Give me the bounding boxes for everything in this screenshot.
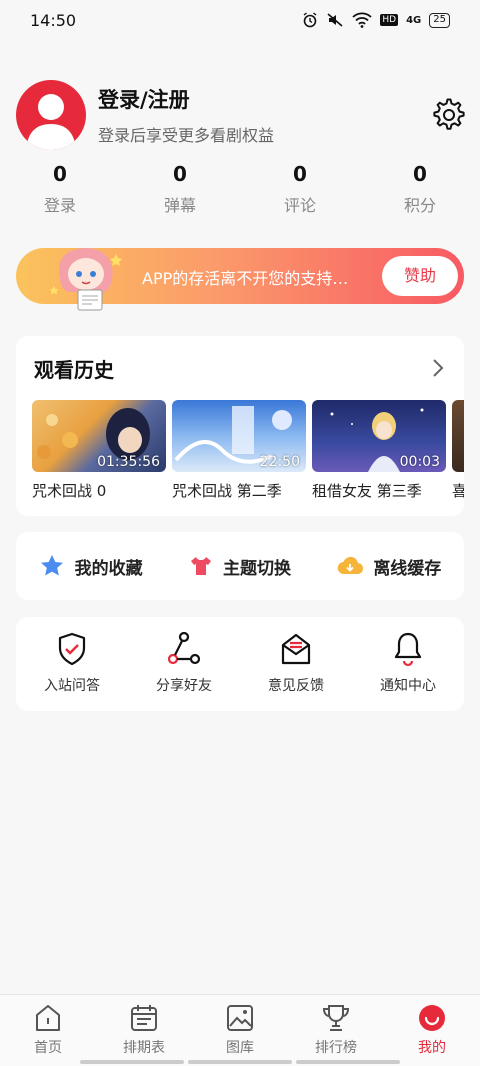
tab-label: 我的 [418,1040,446,1056]
tools-card: 入站问答 分享好友 意见反馈 通知中心 [16,617,464,711]
history-item-title: 咒术回战 0 [32,482,107,500]
tool-label: 通知中心 [380,678,436,694]
history-item-title: 咒术回战 第二季 [172,482,282,500]
alarm-icon [303,12,317,28]
profile-header[interactable]: 登录/注册 登录后享受更多看剧权益 [16,80,466,150]
history-item[interactable]: 01:35:56 咒术回战 0 [32,400,166,501]
history-list: 01:35:56 咒术回战 0 22:50 咒术回战 第二季 00:03 租借女… [32,400,464,501]
network-label: 4G [406,14,422,26]
gesture-bar [80,1060,400,1064]
gear-icon[interactable] [432,98,466,132]
theme-switch-button[interactable]: 主题切换 [165,554,314,579]
sponsor-button[interactable]: 赞助 [382,256,458,296]
sponsor-banner[interactable]: APP的存活离不开您的支持… 赞助 [16,248,464,311]
stat-value: 0 [173,162,187,186]
history-item-title: 租借女友 第三季 [312,482,422,500]
tab-schedule[interactable]: 排期表 [96,995,192,1066]
stats-row: 0 登录 0 弹幕 0 评论 0 积分 [0,162,480,216]
profile-icon [419,1005,445,1031]
share-icon [167,631,201,665]
tool-label: 入站问答 [44,678,100,694]
mascot-illustration [49,248,122,311]
status-icons: HD 4G 25 [302,12,450,28]
history-item[interactable]: 22:50 咒术回战 第二季 [172,400,306,501]
tab-label: 首页 [34,1040,62,1056]
image-icon [227,1005,253,1031]
history-thumbnail: 22:50 [172,400,306,472]
favorites-label: 我的收藏 [74,558,143,579]
history-item-title: 喜 [452,482,464,500]
tool-label: 分享好友 [156,678,212,694]
battery-icon: 25 [429,12,450,28]
shield-check-icon [58,632,86,666]
quick-actions-card: 我的收藏 主题切换 离线缓存 [16,532,464,600]
stat-value: 0 [53,162,67,186]
wifi-icon [352,12,373,28]
stat-points[interactable]: 0 积分 [360,162,480,216]
mute-icon [327,13,343,27]
stat-comments[interactable]: 0 评论 [240,162,360,216]
site-qa-button[interactable]: 入站问答 [16,617,128,711]
share-friends-button[interactable]: 分享好友 [128,617,240,711]
stat-login[interactable]: 0 登录 [0,162,120,216]
stat-label: 登录 [43,196,76,215]
history-thumbnail [452,400,464,472]
tab-ranking[interactable]: 排行榜 [288,995,384,1066]
bell-icon [394,632,422,667]
watch-history-card: 观看历史 01:35:56 咒术回战 0 22:50 咒术回战 第二季 00:0… [16,336,464,516]
cloud-download-icon [338,556,364,575]
profile-subtitle: 登录后享受更多看剧权益 [98,126,275,145]
mail-icon [281,633,311,665]
history-progress-time: 22:50 [259,454,300,470]
favorites-button[interactable]: 我的收藏 [16,553,165,579]
tab-label: 排行榜 [315,1040,357,1056]
banner-text: APP的存活离不开您的支持… [142,269,349,288]
history-progress-time: 00:03 [399,454,440,470]
stat-label: 积分 [403,196,436,215]
profile-text: 登录/注册 登录后享受更多看剧权益 [98,84,274,146]
history-item[interactable]: 00:03 租借女友 第三季 [312,400,446,501]
calendar-icon [131,1005,157,1031]
history-item[interactable]: 喜 [452,400,464,501]
tab-home[interactable]: 首页 [0,995,96,1066]
tab-label: 排期表 [123,1040,165,1056]
offline-cache-button[interactable]: 离线缓存 [315,554,464,579]
tab-gallery[interactable]: 图库 [192,995,288,1066]
bottom-tab-bar: 首页 排期表 图库 排行榜 我的 [0,994,480,1066]
stat-danmaku[interactable]: 0 弹幕 [120,162,240,216]
stat-value: 0 [413,162,427,186]
star-icon [40,555,63,576]
avatar[interactable] [16,80,86,150]
tool-label: 意见反馈 [268,678,324,694]
trophy-icon [322,1005,350,1031]
notification-center-button[interactable]: 通知中心 [352,617,464,711]
chevron-right-icon[interactable] [428,356,448,380]
history-progress-time: 01:35:56 [97,454,160,470]
tab-mine[interactable]: 我的 [384,995,480,1066]
login-register-link[interactable]: 登录/注册 [98,84,274,114]
history-title: 观看历史 [34,358,114,382]
stat-label: 弹幕 [163,196,196,215]
status-time: 14:50 [30,10,77,30]
feedback-button[interactable]: 意见反馈 [240,617,352,711]
stat-value: 0 [293,162,307,186]
stat-label: 评论 [283,196,316,215]
history-thumbnail: 00:03 [312,400,446,472]
shirt-icon [190,557,211,575]
hd-badge: HD [380,14,399,26]
home-icon [36,1005,60,1031]
user-silhouette-icon [26,94,76,150]
offline-cache-label: 离线缓存 [373,558,442,579]
history-thumbnail: 01:35:56 [32,400,166,472]
theme-switch-label: 主题切换 [222,558,291,579]
tab-label: 图库 [226,1040,254,1056]
status-bar: 14:50 HD 4G 25 [0,0,480,40]
